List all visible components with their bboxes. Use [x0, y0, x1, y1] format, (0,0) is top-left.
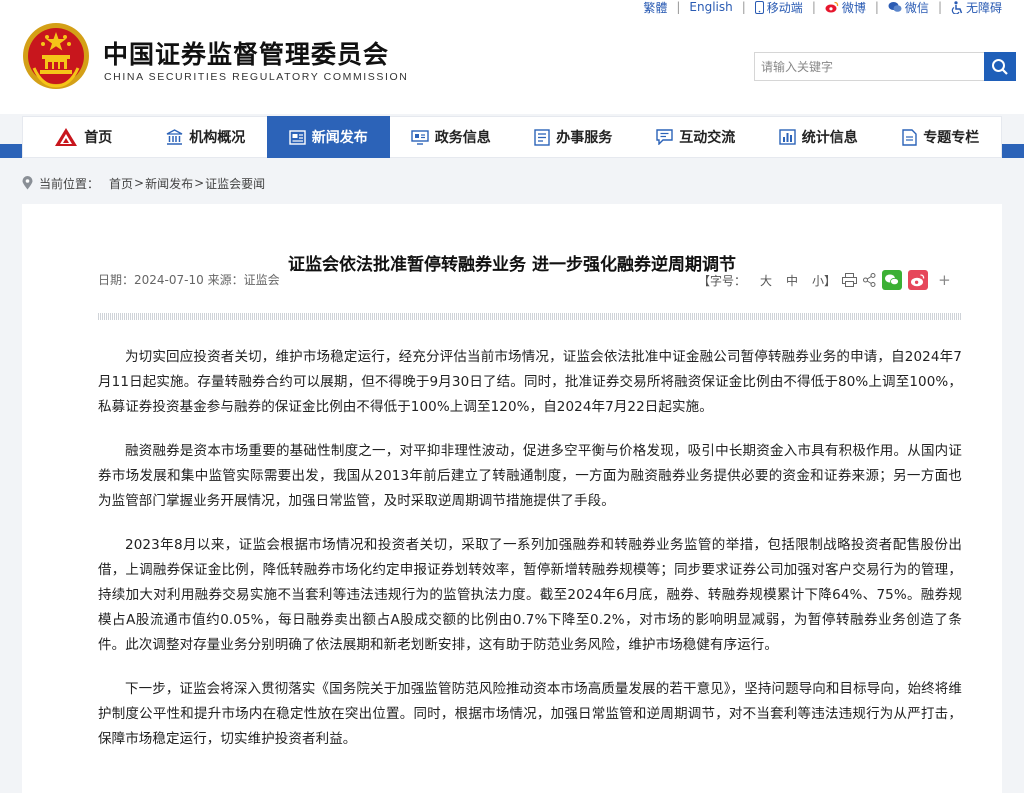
search-box	[754, 52, 1016, 81]
nav-item-interaction[interactable]: 互动交流	[635, 116, 758, 158]
breadcrumb: 当前位置： 首页 > 新闻发布 > 证监会要闻	[22, 172, 265, 194]
nav-item-news[interactable]: 新闻发布	[267, 116, 390, 158]
breadcrumb-label: 当前位置：	[39, 176, 100, 191]
breadcrumb-home[interactable]: 首页	[109, 175, 133, 192]
nav-label: 办事服务	[556, 130, 613, 146]
search-button[interactable]	[984, 52, 1016, 81]
print-button[interactable]	[842, 273, 858, 287]
nav-item-statistics[interactable]: 统计信息	[757, 116, 880, 158]
nav-item-service[interactable]: 办事服务	[512, 116, 635, 158]
share-button[interactable]	[863, 273, 876, 287]
font-size-medium[interactable]: 中	[786, 272, 798, 289]
accessibility-link[interactable]: 无障碍	[951, 0, 1002, 16]
divider: |	[741, 0, 746, 14]
nav-label: 政务信息	[434, 130, 491, 146]
nav-item-topics[interactable]: 专题专栏	[880, 116, 1003, 158]
weibo-link[interactable]: 微博	[825, 0, 866, 16]
title-divider	[98, 313, 962, 320]
wechat-icon	[882, 270, 903, 290]
divider: |	[811, 0, 816, 14]
nav-label: 新闻发布	[311, 130, 368, 146]
wechat-link[interactable]: 微信	[888, 0, 929, 16]
breadcrumb-csrc-news[interactable]: 证监会要闻	[205, 175, 265, 192]
traditional-chinese-link[interactable]: 繁體	[643, 0, 667, 16]
nav-label: 专题专栏	[923, 130, 980, 146]
article-paragraph: 为切实回应投资者关切，维护市场稳定运行，经充分评估当前市场情况，证监会依法批准中…	[98, 349, 962, 415]
gov-info-icon	[411, 129, 429, 145]
home-icon	[55, 128, 78, 146]
nav-item-institution[interactable]: 机构概况	[145, 116, 268, 158]
nav-item-gov-info[interactable]: 政务信息	[390, 116, 513, 158]
breadcrumb-news[interactable]: 新闻发布	[145, 175, 193, 192]
weibo-label: 微博	[841, 0, 866, 15]
statistics-icon	[779, 129, 796, 145]
article-date: 日期：2024-07-10	[98, 273, 204, 287]
top-links: 繁體 | English | 移动端 | 微博 | 微信 | 无障碍	[643, 0, 1002, 16]
nav-label: 统计信息	[801, 130, 858, 146]
interaction-icon	[656, 129, 673, 145]
font-size-small[interactable]: 小】	[812, 272, 836, 289]
font-size-label: 【字号：	[698, 273, 747, 288]
site-header: 中国证券监督管理委员会 CHINA SECURITIES REGULATORY …	[0, 0, 1024, 114]
mobile-icon	[754, 0, 764, 14]
breadcrumb-separator: >	[134, 176, 145, 190]
wechat-label: 微信	[904, 0, 929, 15]
divider: |	[676, 0, 681, 14]
weibo-icon	[908, 270, 929, 290]
mobile-label: 移动端	[766, 0, 803, 15]
article-source: 来源：证监会	[207, 273, 280, 287]
main-nav: 首页 机构概况 新闻发布 政务信息 办事服务 互动交流 统计信息 专题专栏	[22, 116, 1002, 158]
nav-label: 机构概况	[189, 130, 246, 146]
mobile-link[interactable]: 移动端	[754, 0, 803, 16]
topics-icon	[902, 128, 917, 146]
wechat-icon	[888, 2, 902, 12]
article-paragraph: 2023年8月以来，证监会根据市场情况和投资者关切，采取了一系列加强融券和转融券…	[98, 537, 962, 653]
article-meta: 日期：2024-07-10 来源：证监会	[98, 271, 280, 288]
divider: |	[937, 0, 942, 14]
national-emblem-icon[interactable]	[22, 22, 90, 90]
location-pin-icon	[22, 176, 33, 190]
article-paragraph: 下一步，证监会将深入贯彻落实《国务院关于加强监管防范风险推动资本市场高质量发展的…	[98, 681, 962, 747]
institution-icon	[166, 128, 183, 145]
search-icon	[992, 58, 1008, 75]
nav-label: 互动交流	[679, 130, 736, 146]
article-paragraph: 融资融券是资本市场重要的基础性制度之一，对平抑非理性波动，促进多空平衡与价格发现…	[98, 443, 962, 509]
english-link[interactable]: English	[689, 0, 732, 14]
share-weibo-button[interactable]	[908, 270, 929, 290]
article-container: 证监会依法批准暂停转融券业务 进一步强化融券逆周期调节 日期：2024-07-1…	[22, 204, 1002, 793]
nav-item-home[interactable]: 首页	[22, 116, 145, 158]
divider: |	[874, 0, 879, 14]
nav-label: 首页	[84, 130, 113, 146]
share-icon	[863, 273, 876, 287]
font-size-large[interactable]: 大	[760, 272, 772, 289]
article-tools: 【字号： 大 中 小】 +	[698, 268, 951, 292]
more-share-button[interactable]: +	[938, 271, 951, 289]
share-wechat-button[interactable]	[882, 270, 903, 290]
search-input[interactable]	[754, 52, 984, 81]
news-icon	[289, 129, 306, 145]
accessibility-label: 无障碍	[965, 0, 1002, 15]
breadcrumb-separator: >	[194, 176, 205, 190]
site-title: 中国证券监督管理委员会	[103, 40, 390, 69]
site-subtitle: CHINA SECURITIES REGULATORY COMMISSION	[104, 71, 409, 83]
print-icon	[842, 273, 858, 287]
article-body: 为切实回应投资者关切，维护市场稳定运行，经充分评估当前市场情况，证监会依法批准中…	[98, 345, 962, 771]
accessibility-icon	[951, 0, 963, 14]
service-icon	[534, 128, 550, 146]
weibo-icon	[825, 1, 839, 13]
